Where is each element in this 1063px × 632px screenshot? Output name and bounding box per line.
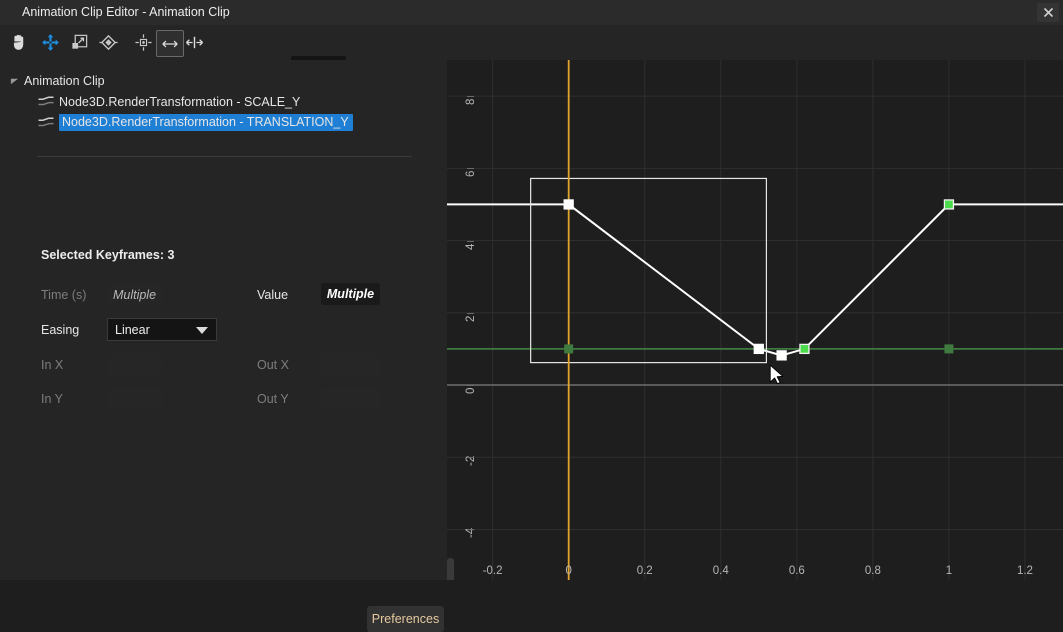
x-axis-tick-label: 0.6 xyxy=(789,565,805,577)
y-axis-tick xyxy=(467,313,474,314)
value-label: Value xyxy=(257,288,288,302)
y-axis-tick xyxy=(467,529,474,530)
mouse-cursor xyxy=(770,365,783,384)
animation-clip-editor-window: Animation Clip Editor - Animation Clip xyxy=(0,0,1063,580)
easing-select[interactable]: Linear xyxy=(107,318,217,341)
y-axis-tick-label: 4 xyxy=(465,243,477,249)
keyframe-handle[interactable] xyxy=(944,200,953,209)
close-button[interactable] xyxy=(1037,3,1059,22)
out-x-label: Out X xyxy=(257,358,289,372)
snap-arrows-icon xyxy=(185,35,204,50)
tree-item-label: Node3D.RenderTransformation - SCALE_Y xyxy=(59,95,300,109)
x-axis-tick-label: 0.8 xyxy=(865,565,881,577)
close-icon xyxy=(1043,7,1054,18)
preferences-button[interactable]: Preferences xyxy=(367,606,444,632)
curve-plot xyxy=(447,60,1063,580)
tree-item-scale-y[interactable]: Node3D.RenderTransformation - SCALE_Y xyxy=(0,91,447,112)
selected-keyframes-row: Selected Keyframes: 3 xyxy=(41,248,174,262)
curve-graph[interactable]: 86420-2-4-0.200.20.40.60.811.2 xyxy=(447,60,1063,580)
out-y-label: Out Y xyxy=(257,392,289,406)
y-axis-tick xyxy=(467,96,474,97)
graph-scroll-handle[interactable] xyxy=(447,558,454,580)
time-value: Multiple xyxy=(113,288,156,302)
y-axis-tick-label: 6 xyxy=(465,171,477,177)
value-value: Multiple xyxy=(327,287,374,301)
time-label: Time (s) xyxy=(41,288,86,302)
easing-value: Linear xyxy=(115,323,150,337)
left-panel: Animation Clip Node3D.RenderTransformati… xyxy=(0,60,447,580)
chevron-down-icon xyxy=(196,327,208,334)
time-input[interactable]: Multiple xyxy=(107,284,162,306)
triangle-expanded-icon xyxy=(10,76,19,85)
y-axis-tick-label: 8 xyxy=(465,99,477,105)
center-crosshair-icon xyxy=(134,33,153,52)
box-select-tool-button[interactable] xyxy=(66,30,92,55)
keyframe-handle[interactable] xyxy=(800,344,809,353)
y-axis-tick-label: 2 xyxy=(465,315,477,321)
curve-tree: Animation Clip Node3D.RenderTransformati… xyxy=(0,70,447,133)
toolbar: Current Time 0.000 xyxy=(0,25,1063,60)
frame-selected-button[interactable] xyxy=(130,30,156,55)
snap-playhead-button[interactable] xyxy=(181,30,207,55)
diamond-keyframe-icon xyxy=(99,33,118,52)
y-axis-tick xyxy=(467,457,474,458)
keyframe-handle[interactable] xyxy=(754,344,763,353)
keyframe-handle[interactable] xyxy=(777,351,786,360)
tree-root-animation-clip[interactable]: Animation Clip xyxy=(0,70,447,91)
in-y-label: In Y xyxy=(41,392,63,406)
x-axis-tick-label: 1.2 xyxy=(1017,565,1033,577)
y-axis-tick xyxy=(467,385,474,386)
curve-icon xyxy=(38,117,54,128)
keyframe-tool-button[interactable] xyxy=(95,30,121,55)
tree-root-label: Animation Clip xyxy=(24,74,105,88)
in-y-input[interactable] xyxy=(107,388,162,410)
title-bar: Animation Clip Editor - Animation Clip xyxy=(0,0,1063,26)
x-axis-tick-label: 0.2 xyxy=(637,565,653,577)
value-input[interactable]: Multiple xyxy=(321,283,380,305)
fit-horizontal-icon xyxy=(161,37,179,51)
selected-keyframes-count: 3 xyxy=(167,248,174,262)
preferences-label: Preferences xyxy=(372,612,439,626)
tree-item-translation-y[interactable]: Node3D.RenderTransformation - TRANSLATIO… xyxy=(0,112,447,133)
out-y-input[interactable] xyxy=(321,388,380,410)
box-select-icon xyxy=(70,33,89,52)
window-title: Animation Clip Editor - Animation Clip xyxy=(22,5,230,19)
out-x-input[interactable] xyxy=(321,354,380,376)
keyframe-handle[interactable] xyxy=(564,200,573,209)
x-axis-tick-label: -0.2 xyxy=(483,565,503,577)
panel-divider xyxy=(37,156,412,157)
in-x-input[interactable] xyxy=(107,354,162,376)
keyframe-handle[interactable] xyxy=(564,344,573,353)
tree-item-label: Node3D.RenderTransformation - TRANSLATIO… xyxy=(59,114,353,131)
y-axis-tick-label: 0 xyxy=(465,388,477,394)
keyframe-handle[interactable] xyxy=(944,344,953,353)
y-axis-tick xyxy=(467,168,474,169)
x-axis-tick-label: 1 xyxy=(946,565,952,577)
move-arrows-icon xyxy=(41,33,60,52)
pan-tool-button[interactable] xyxy=(5,30,31,55)
in-x-label: In X xyxy=(41,358,63,372)
move-tool-button[interactable] xyxy=(37,30,63,55)
x-axis-tick-label: 0.4 xyxy=(713,565,729,577)
selected-keyframes-label: Selected Keyframes: xyxy=(41,248,164,262)
hand-icon xyxy=(9,33,28,52)
easing-label: Easing xyxy=(41,323,79,337)
fit-horizontal-button[interactable] xyxy=(156,30,184,57)
y-axis-tick xyxy=(467,241,474,242)
curve-line xyxy=(447,204,1063,355)
x-axis-tick-label: 0 xyxy=(565,565,571,577)
curve-icon xyxy=(38,96,54,107)
